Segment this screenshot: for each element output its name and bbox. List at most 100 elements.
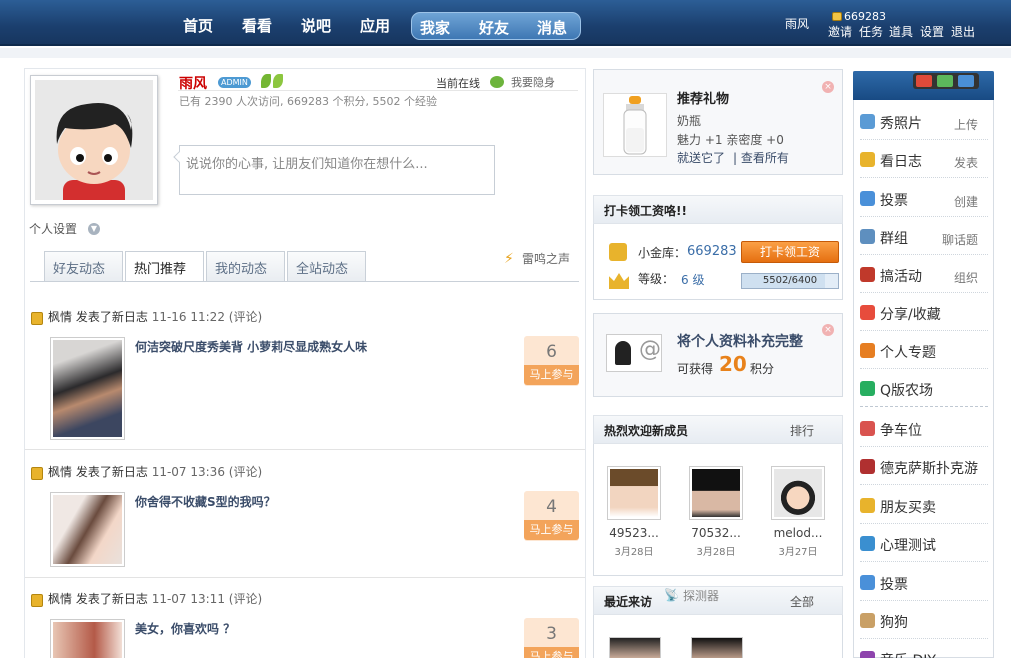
checkin-header: 打卡领工资咯!! xyxy=(593,195,843,224)
app-item-14[interactable]: 狗狗 xyxy=(860,601,988,639)
feed-user[interactable]: 枫情 xyxy=(48,465,72,479)
app-label[interactable]: 德克萨斯扑克游 xyxy=(880,458,978,478)
feed-title[interactable]: 你舍得不收藏S型的我吗？ xyxy=(135,493,276,510)
nav-talk[interactable]: 说吧 xyxy=(301,15,331,36)
app-action[interactable]: 聊话题 xyxy=(942,231,978,248)
feed-thumbnail[interactable] xyxy=(50,337,125,440)
feed-thumbnail[interactable] xyxy=(50,492,125,567)
app-label[interactable]: Q版农场 xyxy=(880,380,933,400)
app-label[interactable]: 投票 xyxy=(880,574,908,594)
app-label[interactable]: 秀照片 xyxy=(880,113,922,133)
avatar[interactable] xyxy=(771,466,825,520)
arrow-up-icon[interactable] xyxy=(937,75,953,87)
app-item-6[interactable]: 分享/收藏 xyxy=(860,293,988,331)
feed-comment-link[interactable]: (评论) xyxy=(229,310,262,324)
app-label[interactable]: 投票 xyxy=(880,190,908,210)
avatar[interactable] xyxy=(691,637,743,658)
member-date: 3月28日 xyxy=(614,547,654,558)
member-item[interactable]: 70532... 3月28日 xyxy=(683,466,749,558)
app-label[interactable]: 群组 xyxy=(880,228,908,248)
app-label[interactable]: 搞活动 xyxy=(880,266,922,286)
app-label[interactable]: 分享/收藏 xyxy=(880,304,941,324)
chevron-down-icon[interactable]: ▼ xyxy=(88,223,100,235)
personal-settings[interactable]: 个人设置 xyxy=(29,220,77,237)
app-item-5[interactable]: 搞活动 组织 xyxy=(860,255,988,293)
app-item-7[interactable]: 个人专题 xyxy=(860,331,988,369)
link-props[interactable]: 道具 xyxy=(889,23,913,40)
nav-messages[interactable]: 消息 xyxy=(537,17,567,38)
checkin-button[interactable]: 打卡领工资 xyxy=(741,241,839,263)
app-action[interactable]: 创建 xyxy=(954,193,978,210)
join-button[interactable]: 马上参与 xyxy=(524,365,579,385)
complete-title[interactable]: 将个人资料补充完整 xyxy=(677,331,803,351)
feed-title[interactable]: 美女，你喜欢吗 ？ xyxy=(135,620,235,637)
join-button[interactable]: 马上参与 xyxy=(524,647,579,658)
close-icon[interactable]: × xyxy=(822,81,834,93)
vote2-icon xyxy=(860,575,875,590)
send-gift-link[interactable]: 就送它了 xyxy=(677,149,725,166)
arrow-right-icon[interactable] xyxy=(958,75,974,87)
feed-thumbnail[interactable] xyxy=(50,619,125,658)
thunder-link[interactable]: 雷鸣之声 xyxy=(522,250,570,267)
app-action[interactable]: 发表 xyxy=(954,154,978,171)
app-item-11[interactable]: 朋友买卖 xyxy=(860,486,988,524)
view-all-gifts-link[interactable]: | 查看所有 xyxy=(733,149,789,166)
member-name[interactable]: 49523... xyxy=(601,526,667,540)
app-item-3[interactable]: 投票 创建 xyxy=(860,179,988,217)
hide-toggle[interactable]: 我要隐身 xyxy=(511,74,555,90)
tab-hot[interactable]: 热门推荐 xyxy=(125,251,204,282)
app-label[interactable]: 朋友买卖 xyxy=(880,497,936,517)
app-label[interactable]: 看日志 xyxy=(880,151,922,171)
app-action[interactable]: 上传 xyxy=(954,116,978,133)
bottle-icon[interactable] xyxy=(603,93,667,157)
app-item-9[interactable]: 争车位 xyxy=(860,409,988,447)
feed-comment-link[interactable]: (评论) xyxy=(229,465,262,479)
mood-input[interactable]: 说说你的心事, 让朋友们知道你在想什么... xyxy=(179,145,495,195)
feed-user[interactable]: 枫情 xyxy=(48,310,72,324)
tab-my-feed[interactable]: 我的动态 xyxy=(206,251,285,281)
avatar[interactable] xyxy=(689,466,743,520)
app-item-13[interactable]: 投票 xyxy=(860,563,988,601)
member-name[interactable]: melod... xyxy=(765,526,831,540)
member-item[interactable]: melod... 3月27日 xyxy=(765,466,831,558)
member-name[interactable]: 70532... xyxy=(683,526,749,540)
app-item-8[interactable]: Q版农场 xyxy=(860,369,988,407)
app-item-1[interactable]: 秀照片 上传 xyxy=(860,102,988,140)
app-label[interactable]: 个人专题 xyxy=(880,342,936,362)
app-item-4[interactable]: 群组 聊话题 xyxy=(860,217,988,255)
close-icon[interactable]: × xyxy=(822,324,834,336)
link-tasks[interactable]: 任务 xyxy=(859,23,883,40)
link-settings[interactable]: 设置 xyxy=(920,23,944,40)
avatar[interactable] xyxy=(607,466,661,520)
app-label[interactable]: 争车位 xyxy=(880,420,922,440)
feed-comment-link[interactable]: (评论) xyxy=(229,592,262,606)
app-label[interactable]: 心理测试 xyxy=(880,535,936,555)
nav-home[interactable]: 首页 xyxy=(183,15,213,36)
avatar[interactable] xyxy=(609,637,661,658)
link-invite[interactable]: 邀请 xyxy=(828,23,852,40)
member-item[interactable]: 49523... 3月28日 xyxy=(601,466,667,558)
app-item-10[interactable]: 德克萨斯扑克游 xyxy=(860,447,988,485)
link-logout[interactable]: 退出 xyxy=(951,23,975,40)
app-label[interactable]: 狗狗 xyxy=(880,612,908,632)
nav-browse[interactable]: 看看 xyxy=(242,15,272,36)
app-item-15[interactable]: 音乐 DIY xyxy=(860,639,988,658)
avatar[interactable] xyxy=(30,75,158,205)
app-action[interactable]: 组织 xyxy=(954,269,978,286)
feed-title[interactable]: 何洁突破尺度秀美背 小萝莉尽显成熟女人味 xyxy=(135,338,367,355)
detector-link[interactable]: 探测器 xyxy=(683,587,719,604)
nav-apps[interactable]: 应用 xyxy=(360,15,390,36)
app-item-2[interactable]: 看日志 发表 xyxy=(860,140,988,178)
tab-site-feed[interactable]: 全站动态 xyxy=(287,251,366,281)
app-item-12[interactable]: 心理测试 xyxy=(860,524,988,562)
join-button[interactable]: 马上参与 xyxy=(524,520,579,540)
tab-friends-feed[interactable]: 好友动态 xyxy=(44,251,123,281)
topbar-username[interactable]: 雨风 xyxy=(785,15,809,32)
feed-user[interactable]: 枫情 xyxy=(48,592,72,606)
all-visitors-link[interactable]: 全部 xyxy=(790,593,814,610)
rank-link[interactable]: 排行 xyxy=(790,422,814,439)
arrow-left-icon[interactable] xyxy=(916,75,932,87)
app-label[interactable]: 音乐 DIY xyxy=(880,650,936,658)
nav-myhome[interactable]: 我家 xyxy=(420,17,450,38)
nav-friends[interactable]: 好友 xyxy=(479,17,509,38)
